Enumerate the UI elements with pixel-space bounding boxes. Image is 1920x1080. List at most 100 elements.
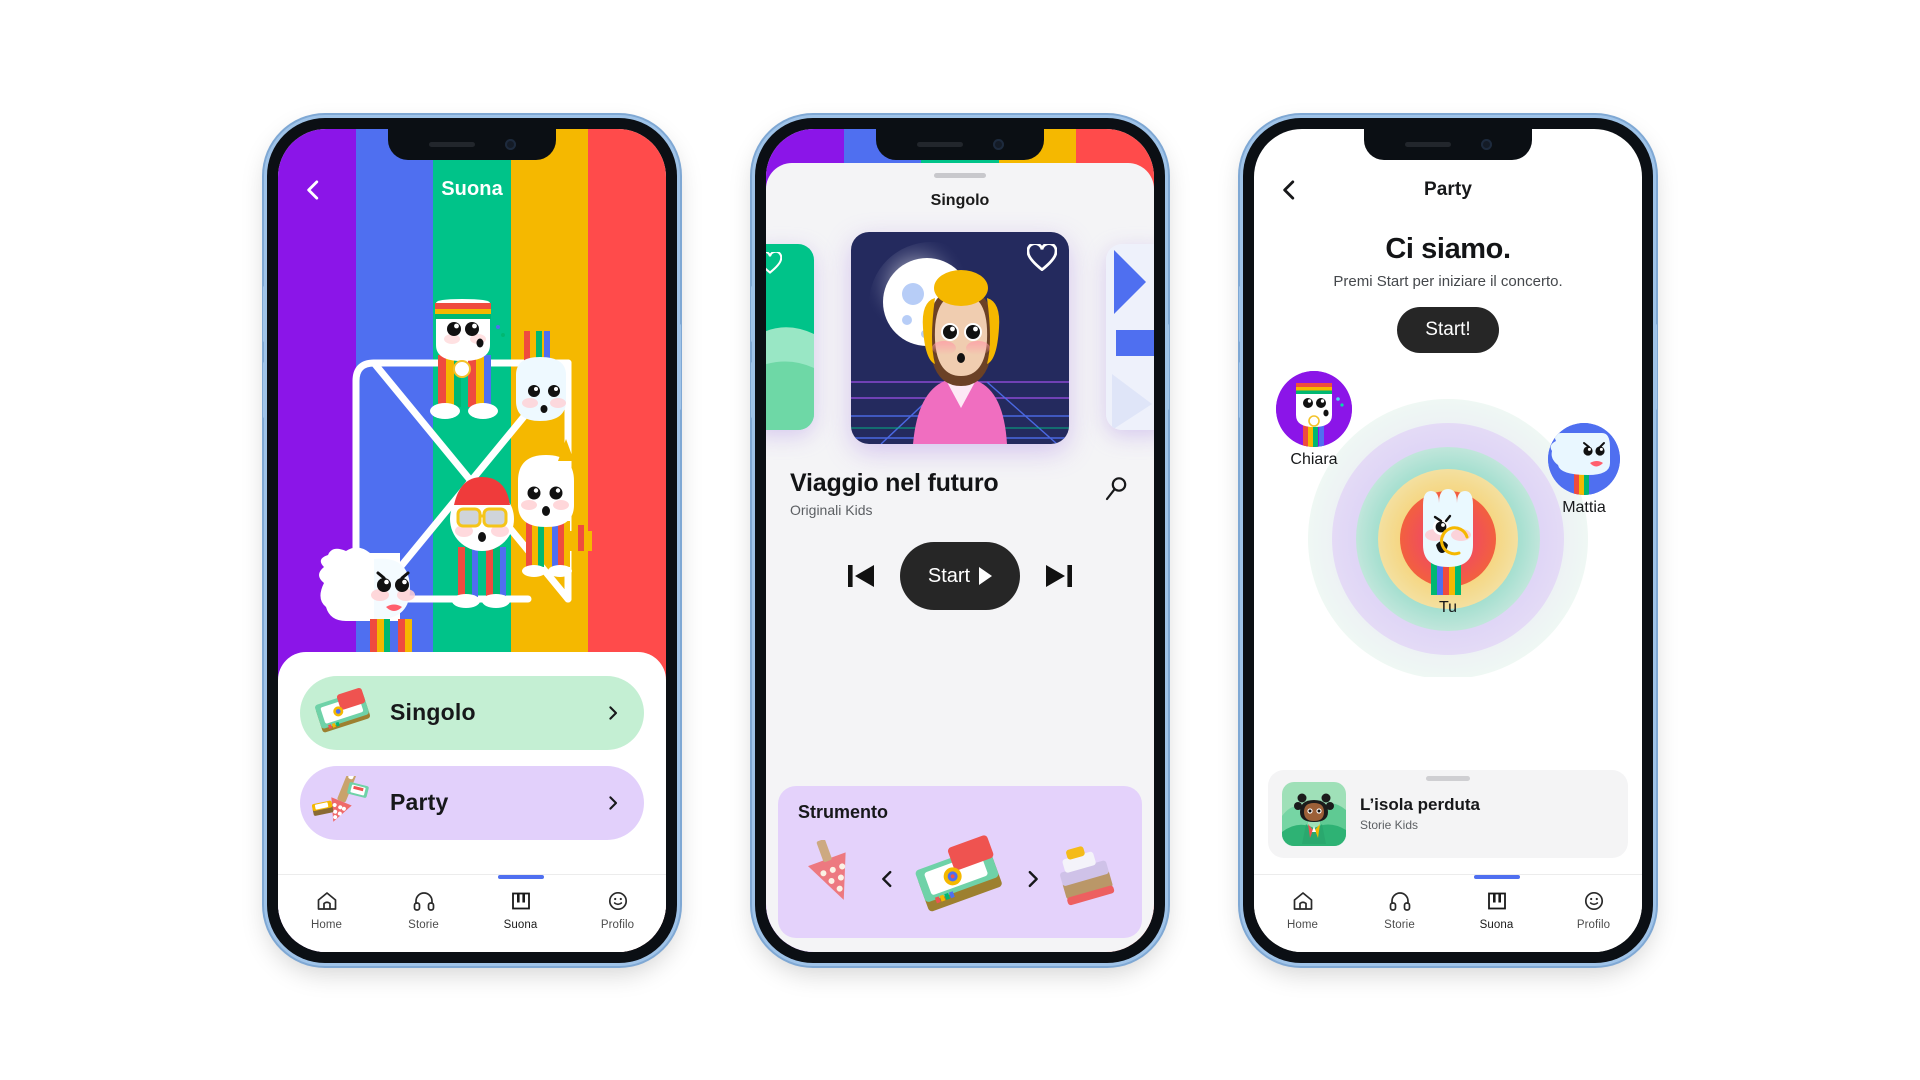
home-icon: [1293, 891, 1312, 910]
phone1-notch: [388, 128, 556, 160]
chevron-right-icon: [604, 704, 622, 722]
phone1-navbar: Suona: [278, 173, 666, 207]
tab-storie[interactable]: Storie: [375, 889, 472, 931]
back-button[interactable]: [1276, 177, 1302, 203]
phone1-tabbar: Home Storie Suona Profilo: [278, 873, 666, 952]
character-upper-right: [516, 330, 566, 421]
skip-next-icon[interactable]: [1042, 559, 1076, 593]
tab-label-storie: Storie: [1384, 918, 1415, 931]
participant-you[interactable]: Tu: [1405, 483, 1491, 617]
instrument-next-arrow[interactable]: [1022, 868, 1044, 890]
participant-name-you: Tu: [1438, 598, 1458, 616]
heart-outline-icon[interactable]: [766, 251, 782, 274]
player-controls: Start: [766, 542, 1154, 610]
front-camera: [992, 138, 1004, 150]
avatar-mattia: [1548, 422, 1620, 495]
page-title: Party: [1423, 178, 1473, 200]
participant-mattia[interactable]: Mattia: [1548, 422, 1620, 517]
phone1-side-button: [678, 323, 681, 410]
party-participants-stage: Chiara Mattia Tu: [1254, 370, 1642, 677]
tab-profilo[interactable]: Profilo: [569, 889, 666, 931]
front-camera: [1480, 138, 1492, 150]
instrument-previous-thumb[interactable]: [802, 839, 866, 918]
sheet-grabber[interactable]: [934, 172, 986, 178]
album-carousel[interactable]: [766, 231, 1154, 444]
album-card-next[interactable]: [1106, 243, 1154, 430]
start-play-button[interactable]: Start: [900, 542, 1020, 610]
phone2-notch: [876, 128, 1044, 160]
page-title: Singolo: [930, 191, 990, 209]
phone2-player-sheet: Singolo Viaggio nel futuro Originali Kid…: [766, 162, 1154, 952]
favorite-heart-icon[interactable]: [1027, 243, 1057, 272]
instrument-carousel: [778, 820, 1142, 938]
hero-subtitle: Premi Start per iniziare il concerto.: [1333, 272, 1563, 290]
front-camera: [504, 138, 516, 150]
tab-suona[interactable]: Suona: [472, 874, 569, 931]
start-button-label: Start: [927, 564, 971, 587]
start-concert-button[interactable]: Start!: [1397, 307, 1499, 353]
story-meta: L’isola perduta Storie Kids: [1360, 795, 1480, 832]
phone3-tabbar: Home Storie Suona Profilo: [1254, 873, 1642, 952]
headphones-icon: [413, 891, 434, 911]
tab-home[interactable]: Home: [1254, 889, 1351, 931]
home-icon: [317, 891, 336, 910]
phone-device-3: Party Ci siamo. Premi Start per iniziare…: [1239, 117, 1657, 963]
tab-label-suona: Suona: [503, 918, 538, 931]
menu-row-party[interactable]: Party: [300, 765, 644, 840]
instrument-next-thumb[interactable]: [1054, 840, 1118, 918]
tab-label-home: Home: [310, 918, 343, 931]
smiley-face-icon: [608, 891, 627, 910]
active-tab-indicator: [497, 874, 544, 879]
chevron-right-icon: [604, 794, 622, 812]
tab-label-storie: Storie: [408, 918, 439, 931]
phone2-side-button: [1166, 323, 1169, 410]
song-title: Viaggio nel futuro: [790, 468, 999, 497]
tab-storie[interactable]: Storie: [1351, 889, 1448, 931]
play-triangle-icon: [979, 567, 993, 585]
phone3-notch: [1364, 128, 1532, 160]
phone3-screen: Party Ci siamo. Premi Start per iniziare…: [1254, 128, 1642, 952]
tab-suona[interactable]: Suona: [1448, 874, 1545, 931]
tab-label-suona: Suona: [1479, 918, 1514, 931]
menu-label-singolo: Singolo: [390, 699, 476, 725]
phone-device-1: Suona Singolo Party Home Storie Suona Pr…: [263, 117, 681, 963]
smiley-face-icon: [1584, 891, 1603, 910]
participant-name-mattia: Mattia: [1562, 498, 1606, 516]
tab-home[interactable]: Home: [278, 889, 375, 931]
phone3-navbar: Party: [1254, 173, 1642, 207]
participant-name-chiara: Chiara: [1290, 450, 1338, 468]
active-tab-indicator: [1473, 874, 1520, 879]
instruments-group-icon: [312, 775, 374, 830]
skip-previous-icon[interactable]: [844, 559, 878, 593]
page-title: Suona: [441, 178, 503, 200]
album-card-previous[interactable]: [766, 243, 814, 430]
hero-heading: Ci siamo.: [1385, 232, 1511, 265]
menu-row-singolo[interactable]: Singolo: [300, 675, 644, 750]
earpiece-speaker: [428, 141, 475, 147]
now-playing-card[interactable]: L’isola perduta Storie Kids: [1268, 769, 1628, 858]
song-meta: Viaggio nel futuro Originali Kids: [766, 468, 1154, 518]
piano-keys-icon: [511, 892, 530, 909]
story-subtitle: Storie Kids: [1360, 818, 1419, 832]
search-icon[interactable]: [1104, 476, 1130, 502]
tab-label-home: Home: [1286, 918, 1319, 931]
phone3-hero: Ci siamo. Premi Start per iniziare il co…: [1254, 232, 1642, 353]
tab-label-profilo: Profilo: [600, 918, 635, 931]
phone2-screen: Singolo Viaggio nel futuro Originali Kid…: [766, 128, 1154, 952]
character-top: [430, 298, 505, 419]
phone1-screen: Suona Singolo Party Home Storie Suona Pr…: [278, 128, 666, 952]
back-button[interactable]: [300, 177, 326, 203]
instrument-panel-title: Strumento: [798, 801, 888, 822]
phone3-side-button: [1654, 323, 1657, 410]
piano-keys-icon: [1487, 892, 1506, 909]
participant-chiara[interactable]: Chiara: [1276, 370, 1352, 469]
menu-label-party: Party: [390, 789, 449, 815]
album-card-current[interactable]: [851, 231, 1069, 444]
tab-profilo[interactable]: Profilo: [1545, 889, 1642, 931]
instrument-prev-arrow[interactable]: [876, 868, 898, 890]
keyboard-instrument-icon: [312, 686, 374, 740]
card-grabber[interactable]: [1426, 775, 1470, 781]
character-middle: [450, 476, 514, 608]
avatar-you: [1405, 483, 1491, 595]
instrument-current-thumb[interactable]: [904, 828, 1016, 930]
